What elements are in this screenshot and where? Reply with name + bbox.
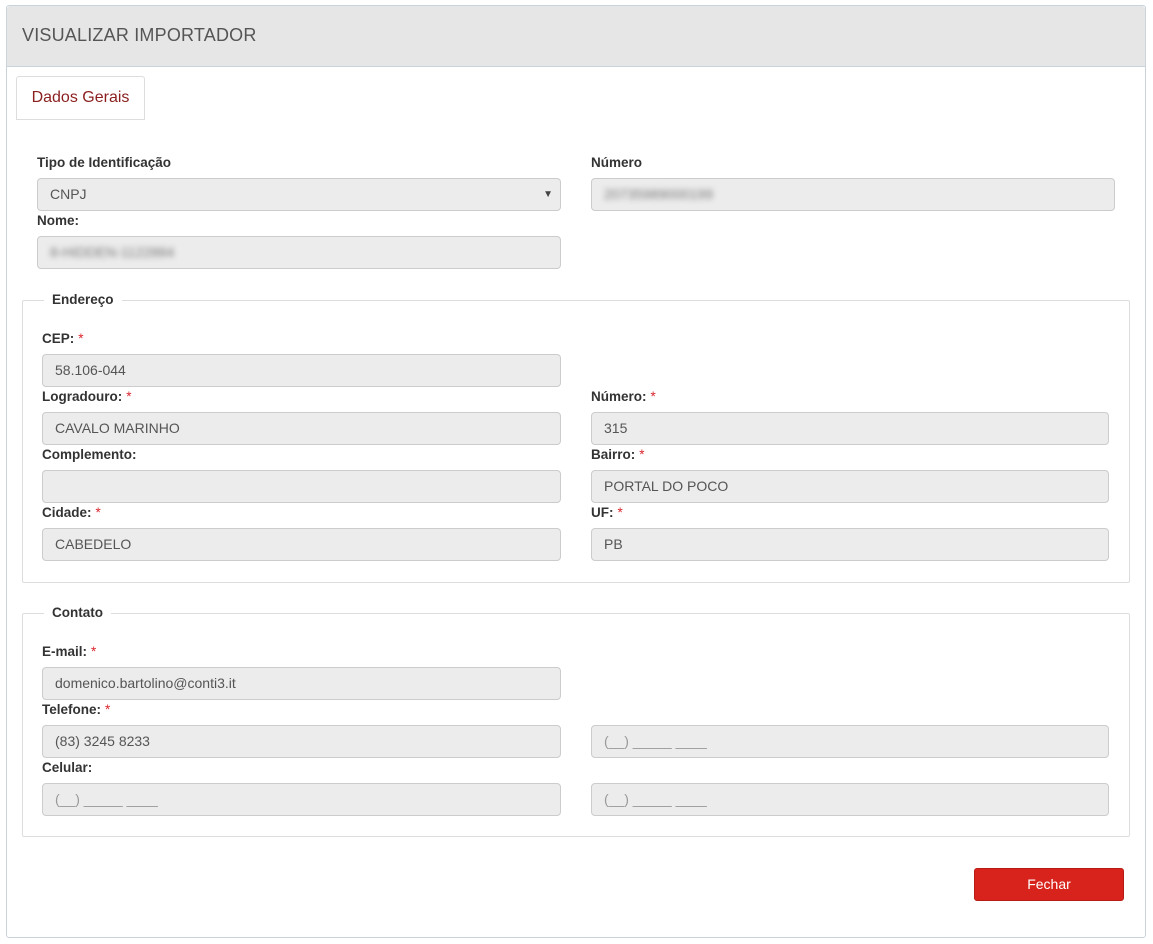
cidade-label: Cidade: * (42, 505, 101, 520)
required-mark: * (91, 644, 97, 659)
numero-identificacao-value: 20735989000199 (604, 186, 714, 202)
numero-identificacao-field[interactable]: 20735989000199 (591, 178, 1115, 211)
fechar-button[interactable]: Fechar (974, 868, 1124, 901)
telefone-secundario-field[interactable]: (__) _____ ____ (591, 725, 1109, 758)
required-mark: * (650, 389, 656, 404)
cep-label: CEP: * (42, 331, 84, 346)
required-mark: * (617, 505, 623, 520)
chevron-down-icon: ▼ (543, 189, 553, 200)
complemento-field[interactable] (42, 470, 561, 503)
cep-field[interactable]: 58.106-044 (42, 354, 561, 387)
page-title: VISUALIZAR IMPORTADOR (22, 25, 257, 45)
required-mark: * (126, 389, 132, 404)
nome-field[interactable]: 8-HIDDEN-1122884 (37, 236, 561, 269)
uf-label: UF: * (591, 505, 623, 520)
telefone-label: Telefone: * (42, 702, 111, 717)
bairro-field[interactable]: PORTAL DO POCO (591, 470, 1109, 503)
endereco-legend: Endereço (44, 292, 122, 307)
required-mark: * (95, 505, 101, 520)
tipo-identificacao-select[interactable]: CNPJ ▼ (37, 178, 561, 211)
complemento-label: Complemento: (42, 447, 137, 462)
numero-identificacao-label: Número (591, 155, 643, 170)
required-mark: * (78, 331, 84, 346)
required-mark: * (639, 447, 645, 462)
email-label: E-mail: * (42, 644, 97, 659)
tipo-identificacao-value: CNPJ (50, 186, 87, 202)
numero-field[interactable]: 315 (591, 412, 1109, 445)
celular-field[interactable]: (__) _____ ____ (42, 783, 561, 816)
telefone-field[interactable]: (83) 3245 8233 (42, 725, 561, 758)
logradouro-field[interactable]: CAVALO MARINHO (42, 412, 561, 445)
required-mark: * (105, 702, 111, 717)
nome-label: Nome: (37, 213, 80, 228)
celular-label: Celular: (42, 760, 93, 775)
cidade-field[interactable]: CABEDELO (42, 528, 561, 561)
tab-dados-gerais[interactable]: Dados Gerais (16, 76, 145, 120)
logradouro-label: Logradouro: * (42, 389, 132, 404)
contato-legend: Contato (44, 605, 111, 620)
tipo-identificacao-label: Tipo de Identificação (37, 155, 172, 170)
uf-field[interactable]: PB (591, 528, 1109, 561)
email-field[interactable]: domenico.bartolino@conti3.it (42, 667, 561, 700)
bairro-label: Bairro: * (591, 447, 645, 462)
numero-label: Número: * (591, 389, 656, 404)
nome-value: 8-HIDDEN-1122884 (50, 244, 175, 260)
celular-secundario-field[interactable]: (__) _____ ____ (591, 783, 1109, 816)
panel-header: VISUALIZAR IMPORTADOR (7, 6, 1145, 67)
